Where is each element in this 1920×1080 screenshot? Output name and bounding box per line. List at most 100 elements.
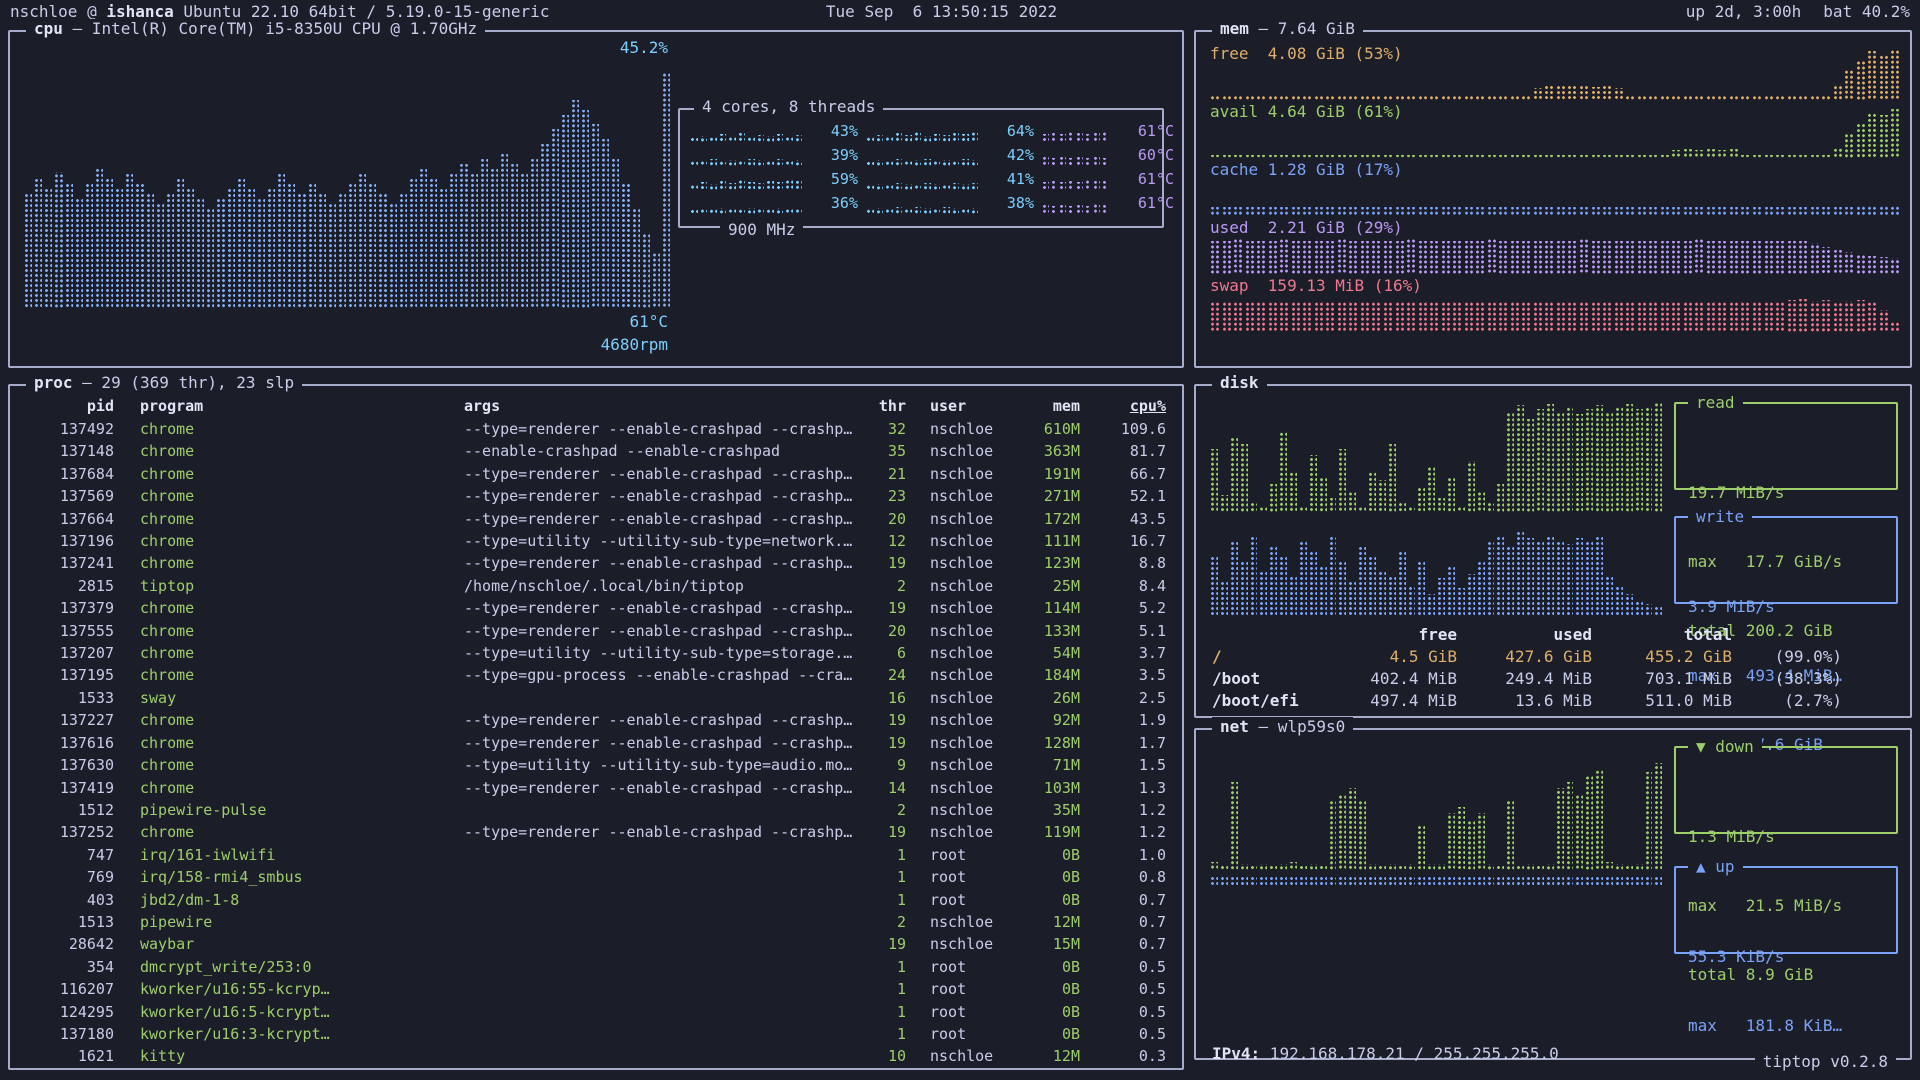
col-cpu-sort[interactable]: cpu% — [1080, 394, 1166, 418]
process-threads: 23 — [854, 485, 906, 507]
process-row[interactable]: 124295kworker/u16:5-kcrypt…1root0B0.5 — [26, 1001, 1166, 1023]
core-row: 43%64%61°C — [690, 118, 1152, 142]
fs-total: 703.1 MiB — [1592, 668, 1732, 690]
process-user: nschloe — [906, 463, 1014, 485]
process-memory: 0B — [1014, 866, 1080, 888]
process-row[interactable]: 1621kitty10nschloe12M0.3 — [26, 1045, 1166, 1067]
process-program: pipewire-pulse — [114, 799, 464, 821]
process-threads: 1 — [854, 978, 906, 1000]
process-program: kworker/u16:55-kcryp… — [114, 978, 464, 1000]
process-row[interactable]: 137664chrome--type=renderer --enable-cra… — [26, 508, 1166, 530]
process-memory: 184M — [1014, 664, 1080, 686]
process-row[interactable]: 28642waybar19nschloe15M0.7 — [26, 933, 1166, 955]
process-args — [464, 911, 854, 933]
filesystem-table-header: free used total — [1212, 624, 1894, 646]
process-row[interactable]: 137148chrome--enable-crashpad --enable-c… — [26, 440, 1166, 462]
process-user: nschloe — [906, 754, 1014, 776]
net-download-stats: ▼ down 1.3 MiB/s max 21.5 MiB/s total 8.… — [1674, 746, 1898, 834]
process-args — [464, 687, 854, 709]
process-program: chrome — [114, 440, 464, 462]
process-args: --type=utility --utility-sub-type=storag… — [464, 642, 854, 664]
process-memory: 123M — [1014, 552, 1080, 574]
filesystem-row: /boot/efi497.4 MiB13.6 MiB511.0 MiB(2.7%… — [1212, 690, 1894, 712]
fs-percent: (2.7%) — [1732, 690, 1842, 712]
process-pid: 137241 — [26, 552, 114, 574]
process-user: nschloe — [906, 530, 1014, 552]
process-memory: 12M — [1014, 1045, 1080, 1067]
memory-total: – 7.64 GiB — [1249, 19, 1355, 38]
process-pid: 137195 — [26, 664, 114, 686]
process-args: --type=renderer --enable-crashpad --cras… — [464, 508, 854, 530]
process-row[interactable]: 2815tiptop/home/nschloe/.local/bin/tipto… — [26, 575, 1166, 597]
ipv4-address: IPv4: 192.168.178.21 / 255.255.255.0 — [1212, 1042, 1578, 1066]
process-user: root — [906, 978, 1014, 1000]
process-pid: 1621 — [26, 1045, 114, 1067]
process-row[interactable]: 137227chrome--type=renderer --enable-cra… — [26, 709, 1166, 731]
process-user: root — [906, 1023, 1014, 1045]
process-cpu: 43.5 — [1080, 508, 1166, 530]
process-row[interactable]: 137630chrome--type=utility --utility-sub… — [26, 754, 1166, 776]
process-memory: 0B — [1014, 889, 1080, 911]
process-row[interactable]: 137252chrome--type=renderer --enable-cra… — [26, 821, 1166, 843]
process-counts: – 29 (369 thr), 23 slp — [73, 373, 295, 392]
process-row[interactable]: 1533sway16nschloe26M2.5 — [26, 687, 1166, 709]
filesystem-table: free used total /4.5 GiB427.6 GiB455.2 G… — [1212, 624, 1894, 712]
app-version: tiptop v0.2.8 — [1755, 1052, 1896, 1071]
process-user: nschloe — [906, 418, 1014, 440]
process-row[interactable]: 116207kworker/u16:55-kcryp…1root0B0.5 — [26, 978, 1166, 1000]
process-cpu: 0.5 — [1080, 956, 1166, 978]
process-program: chrome — [114, 642, 464, 664]
process-row[interactable]: 354dmcrypt_write/253:01root0B0.5 — [26, 956, 1166, 978]
process-args — [464, 844, 854, 866]
process-row[interactable]: 137569chrome--type=renderer --enable-cra… — [26, 485, 1166, 507]
process-row[interactable]: 137241chrome--type=renderer --enable-cra… — [26, 552, 1166, 574]
process-cpu: 2.5 — [1080, 687, 1166, 709]
col-thr: thr — [854, 394, 906, 418]
process-args: --type=renderer --enable-crashpad --cras… — [464, 732, 854, 754]
process-cpu: 0.7 — [1080, 933, 1166, 955]
process-threads: 2 — [854, 911, 906, 933]
mount-point: /boot/efi — [1212, 690, 1322, 712]
process-row[interactable]: 137207chrome--type=utility --utility-sub… — [26, 642, 1166, 664]
process-row[interactable]: 137492chrome--type=renderer --enable-cra… — [26, 418, 1166, 440]
process-threads: 20 — [854, 620, 906, 642]
disk-read-title: read — [1688, 391, 1743, 414]
process-args: --type=renderer --enable-crashpad --cras… — [464, 777, 854, 799]
process-cpu: 0.7 — [1080, 911, 1166, 933]
process-threads: 10 — [854, 1045, 906, 1067]
process-args: --type=gpu-process --enable-crashpad --c… — [464, 664, 854, 686]
process-memory: 191M — [1014, 463, 1080, 485]
process-row[interactable]: 137555chrome--type=renderer --enable-cra… — [26, 620, 1166, 642]
process-row[interactable]: 137196chrome--type=utility --utility-sub… — [26, 530, 1166, 552]
process-cpu: 1.2 — [1080, 799, 1166, 821]
process-row[interactable]: 137195chrome--type=gpu-process --enable-… — [26, 664, 1166, 686]
core-row: 36%38%61°C — [690, 190, 1152, 214]
process-cpu: 3.7 — [1080, 642, 1166, 664]
process-args: --type=renderer --enable-crashpad --cras… — [464, 485, 854, 507]
process-program: chrome — [114, 777, 464, 799]
memory-entry-label: free 4.08 GiB (53%) — [1210, 44, 1403, 64]
process-row[interactable]: 137180kworker/u16:3-kcrypt…1root0B0.5 — [26, 1023, 1166, 1045]
process-row[interactable]: 137616chrome--type=renderer --enable-cra… — [26, 732, 1166, 754]
uptime: up 2d, 3:00h — [1686, 2, 1802, 21]
process-row[interactable]: 137684chrome--type=renderer --enable-cra… — [26, 463, 1166, 485]
process-row[interactable]: 137419chrome--type=renderer --enable-cra… — [26, 777, 1166, 799]
process-row[interactable]: 403jbd2/dm-1-81root0B0.7 — [26, 889, 1166, 911]
process-row[interactable]: 1513pipewire2nschloe12M0.7 — [26, 911, 1166, 933]
thread-load-graph — [690, 198, 802, 214]
process-memory: 128M — [1014, 732, 1080, 754]
memory-entry-label: used 2.21 GiB (29%) — [1210, 218, 1403, 238]
process-row[interactable]: 1512pipewire-pulse2nschloe35M1.2 — [26, 799, 1166, 821]
col-pid: pid — [26, 394, 114, 418]
process-args: --type=renderer --enable-crashpad --cras… — [464, 597, 854, 619]
process-args — [464, 1045, 854, 1067]
process-row[interactable]: 769irq/158-rmi4_smbus1root0B0.8 — [26, 866, 1166, 888]
process-args — [464, 956, 854, 978]
process-pid: 1512 — [26, 799, 114, 821]
process-row[interactable]: 747irq/161-iwlwifi1root0B1.0 — [26, 844, 1166, 866]
process-threads: 1 — [854, 844, 906, 866]
process-row[interactable]: 137379chrome--type=renderer --enable-cra… — [26, 597, 1166, 619]
process-user: nschloe — [906, 485, 1014, 507]
process-memory: 111M — [1014, 530, 1080, 552]
battery-level: bat 40.2% — [1823, 2, 1910, 21]
